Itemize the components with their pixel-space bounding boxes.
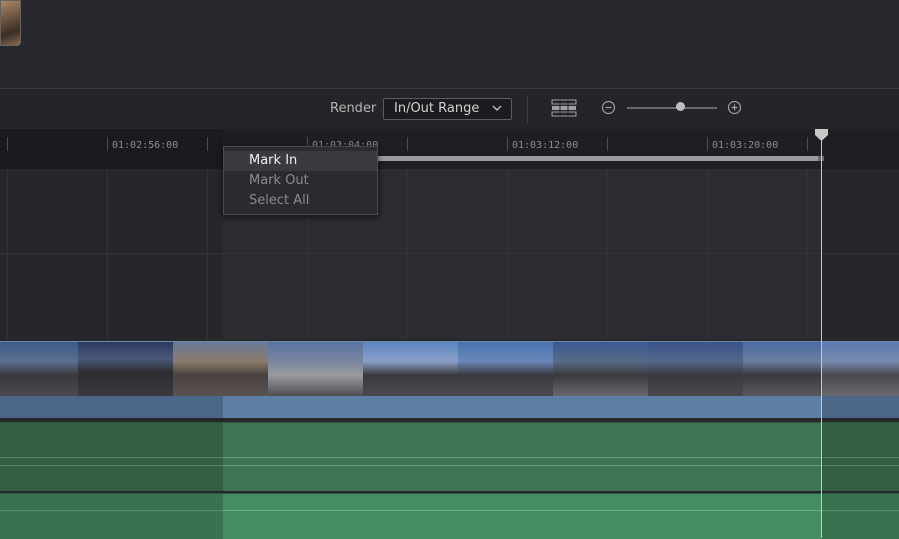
video-clip-bar-out-of-range [821,396,899,418]
grid-line [207,169,208,339]
audio-out-of-range [0,423,223,491]
audio-track-2[interactable] [0,493,899,539]
grid-view-icon[interactable] [551,99,577,117]
menu-item-mark-out[interactable]: Mark Out [224,171,377,191]
audio-track-1[interactable] [0,422,899,491]
video-clip-thumbnails[interactable] [0,341,899,397]
audio-out-of-range [0,494,223,539]
menu-item-label: Mark Out [249,173,309,188]
render-label: Render [330,101,377,116]
clip-frame [458,342,554,397]
ruler-tick [207,137,208,151]
ruler-timecode: 01:02:56:00 [112,140,179,151]
grid-line [407,169,408,339]
clip-frame [173,342,269,397]
playhead-line[interactable] [821,129,822,538]
grid-line [707,169,708,339]
ruler-tick [407,137,408,151]
ruler-tick [807,137,808,151]
viewer-area [0,0,899,88]
render-range-value: In/Out Range [394,101,480,116]
grid-line [807,169,808,339]
timeline-toolbar: Render In/Out Range [0,88,899,130]
track-divider [0,253,899,254]
ruler-timecode: 01:03:20:00 [712,140,779,151]
clip-frame [648,342,744,397]
audio-out-of-range [821,423,899,491]
toolbar-separator [527,95,528,123]
clip-frame [553,342,649,397]
grid-line [107,169,108,339]
clip-frame [268,342,364,397]
menu-item-select-all[interactable]: Select All [224,191,377,211]
audio-out-of-range [821,494,899,539]
menu-item-label: Mark In [249,153,298,168]
clip-frame [821,342,899,397]
grid-line [607,169,608,339]
ruler-tick [507,137,508,151]
zoom-slider-handle[interactable] [676,102,685,111]
media-thumbnail[interactable] [0,0,21,46]
grid-line [7,169,8,339]
render-range-select[interactable]: In/Out Range [383,98,512,120]
ruler-tick [7,137,8,151]
zoom-slider-track[interactable] [627,107,717,109]
ruler-tick [607,137,608,151]
clip-frame [78,342,174,397]
video-clip-bar-out-of-range [0,396,223,418]
menu-item-mark-in[interactable]: Mark In [224,151,377,171]
menu-item-label: Select All [249,193,310,208]
grid-line [507,169,508,339]
ruler-timecode: 01:03:12:00 [512,140,579,151]
zoom-out-icon[interactable] [601,100,616,115]
context-menu: Mark In Mark Out Select All [223,146,378,215]
chevron-down-icon [492,105,502,111]
ruler-tick [107,137,108,151]
timeline-ruler[interactable]: 01:02:56:00 01:03:04:00 01:03:12:00 01:0… [0,129,899,169]
clip-frame [363,342,459,397]
playhead-handle-icon[interactable] [815,129,828,141]
zoom-in-icon[interactable] [727,100,742,115]
ruler-tick [707,137,708,151]
